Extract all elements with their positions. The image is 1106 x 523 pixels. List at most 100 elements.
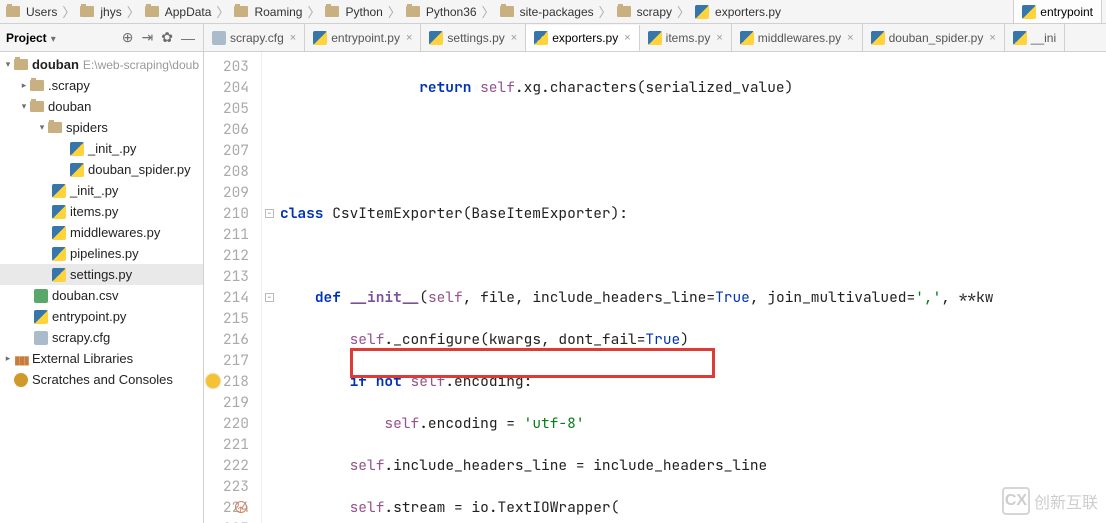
py-icon <box>1013 31 1027 45</box>
expand-toggle[interactable]: ▸ <box>2 353 14 364</box>
intention-bulb-icon[interactable] <box>206 374 220 388</box>
tree-item[interactable]: ▾douban <box>0 96 203 117</box>
breadcrumb-item[interactable]: Users <box>4 5 59 19</box>
line-number[interactable]: 205 <box>204 98 249 119</box>
tree-item[interactable]: entrypoint.py <box>0 306 203 327</box>
tab-label: exporters.py <box>552 31 618 45</box>
breadcrumb-item[interactable]: site-packages <box>498 5 596 19</box>
top-right-file-tab[interactable]: entrypoint <box>1013 0 1102 24</box>
close-icon[interactable]: × <box>290 32 296 44</box>
line-number[interactable]: 217 <box>204 350 249 371</box>
editor-tab[interactable]: middlewares.py× <box>732 24 863 51</box>
collapse-icon[interactable]: ⇥ <box>140 29 156 46</box>
editor-tab[interactable]: scrapy.cfg× <box>204 24 305 51</box>
editor-tab[interactable]: items.py× <box>640 24 732 51</box>
line-number[interactable]: 215 <box>204 308 249 329</box>
line-number[interactable]: 213 <box>204 266 249 287</box>
gear-icon[interactable]: ✿ <box>159 29 175 46</box>
folder-icon <box>325 6 339 17</box>
close-icon[interactable]: × <box>511 32 517 44</box>
fold-icon[interactable]: − <box>265 209 274 218</box>
editor-tab[interactable]: entrypoint.py× <box>305 24 421 51</box>
editor-tab[interactable]: settings.py × <box>421 24 526 51</box>
close-icon[interactable]: × <box>716 32 722 44</box>
line-number[interactable]: 223 <box>204 476 249 497</box>
watermark: CX 创新互联 <box>1002 487 1098 515</box>
tree-item[interactable]: pipelines.py <box>0 243 203 264</box>
tree-item[interactable]: _init_.py <box>0 180 203 201</box>
breadcrumb-item[interactable]: Python <box>323 5 384 19</box>
chevron-right-icon: 〉 <box>216 2 229 21</box>
folder-icon <box>234 6 248 17</box>
expand-toggle[interactable]: ▾ <box>18 101 30 112</box>
dropdown-icon[interactable] <box>51 31 56 45</box>
editor-tab[interactable]: douban_spider.py× <box>863 24 1005 51</box>
line-number[interactable]: 211 <box>204 224 249 245</box>
tree-label: Scratches and Consoles <box>32 372 173 387</box>
py-icon <box>429 31 443 45</box>
editor-tab[interactable]: exporters.py × <box>526 25 639 52</box>
editor-tab[interactable]: __ini <box>1005 24 1065 51</box>
line-number[interactable]: 204 <box>204 77 249 98</box>
line-number[interactable]: 207 <box>204 140 249 161</box>
breadcrumb-item[interactable]: Python36 <box>404 5 479 19</box>
tree-item[interactable]: settings.py <box>0 264 203 285</box>
line-number[interactable]: 209 <box>204 182 249 203</box>
line-number[interactable]: 212 <box>204 245 249 266</box>
breadcrumb-item[interactable]: jhys <box>78 5 123 19</box>
close-icon[interactable]: × <box>989 32 995 44</box>
hide-icon[interactable]: — <box>179 30 197 46</box>
breadcrumb-file[interactable]: exporters.py <box>693 5 783 19</box>
tree-item[interactable]: items.py <box>0 201 203 222</box>
line-number[interactable]: 220 <box>204 413 249 434</box>
close-icon[interactable]: × <box>624 32 630 44</box>
line-number[interactable]: 208 <box>204 161 249 182</box>
tree-item[interactable]: douban.csv <box>0 285 203 306</box>
gutter[interactable]: 2032042052062072082092102112122132142152… <box>204 52 262 523</box>
expand-toggle[interactable]: ▾ <box>2 59 14 70</box>
fold-icon[interactable]: − <box>265 293 274 302</box>
expand-toggle[interactable]: ▾ <box>36 122 48 133</box>
close-icon[interactable]: × <box>847 32 853 44</box>
expand-toggle[interactable]: ▸ <box>18 80 30 91</box>
tree-item[interactable]: ▸.scrapy <box>0 75 203 96</box>
override-icon[interactable] <box>235 501 247 513</box>
tree-root[interactable]: ▾ douban E:\web-scraping\doub <box>0 54 203 75</box>
breadcrumb-item[interactable]: scrapy <box>615 5 674 19</box>
line-number[interactable]: 210 <box>204 203 249 224</box>
tree-item[interactable]: scrapy.cfg <box>0 327 203 348</box>
chevron-right-icon: 〉 <box>599 2 612 21</box>
scratches-consoles[interactable]: Scratches and Consoles <box>0 369 203 390</box>
target-icon[interactable]: ⊕ <box>120 29 136 46</box>
line-number[interactable]: 218 <box>204 371 249 392</box>
breadcrumb-item[interactable]: AppData <box>143 5 214 19</box>
folder-icon <box>30 101 44 112</box>
line-number[interactable]: 219 <box>204 392 249 413</box>
breadcrumb-item[interactable]: Roaming <box>232 5 304 19</box>
top-right-file-label: entrypoint <box>1040 5 1093 19</box>
line-number[interactable]: 206 <box>204 119 249 140</box>
tree-item[interactable]: douban_spider.py <box>0 159 203 180</box>
tree-item[interactable]: middlewares.py <box>0 222 203 243</box>
tab-label: settings.py <box>447 31 504 45</box>
line-number[interactable]: 225 <box>204 518 249 523</box>
project-tree[interactable]: ▾ douban E:\web-scraping\doub ▸.scrapy▾d… <box>0 52 203 523</box>
external-libraries[interactable]: ▸ External Libraries <box>0 348 203 369</box>
tree-item[interactable]: ▾spiders <box>0 117 203 138</box>
py-icon <box>871 31 885 45</box>
code-content[interactable]: return self.xg.characters(serialized_val… <box>262 52 1106 523</box>
watermark-text: 创新互联 <box>1034 489 1098 513</box>
tree-label: settings.py <box>70 267 132 282</box>
line-number[interactable]: 222 <box>204 455 249 476</box>
code-editor[interactable]: 2032042052062072082092102112122132142152… <box>204 52 1106 523</box>
tree-item[interactable]: _init_.py <box>0 138 203 159</box>
line-number[interactable]: 221 <box>204 434 249 455</box>
python-file-icon <box>695 5 709 19</box>
line-number[interactable]: 216 <box>204 329 249 350</box>
line-number[interactable]: 203 <box>204 56 249 77</box>
close-icon[interactable]: × <box>406 32 412 44</box>
folder-icon <box>617 6 631 17</box>
line-number[interactable]: 214 <box>204 287 249 308</box>
chevron-right-icon: 〉 <box>62 2 75 21</box>
line-number[interactable]: 224 <box>204 497 249 518</box>
